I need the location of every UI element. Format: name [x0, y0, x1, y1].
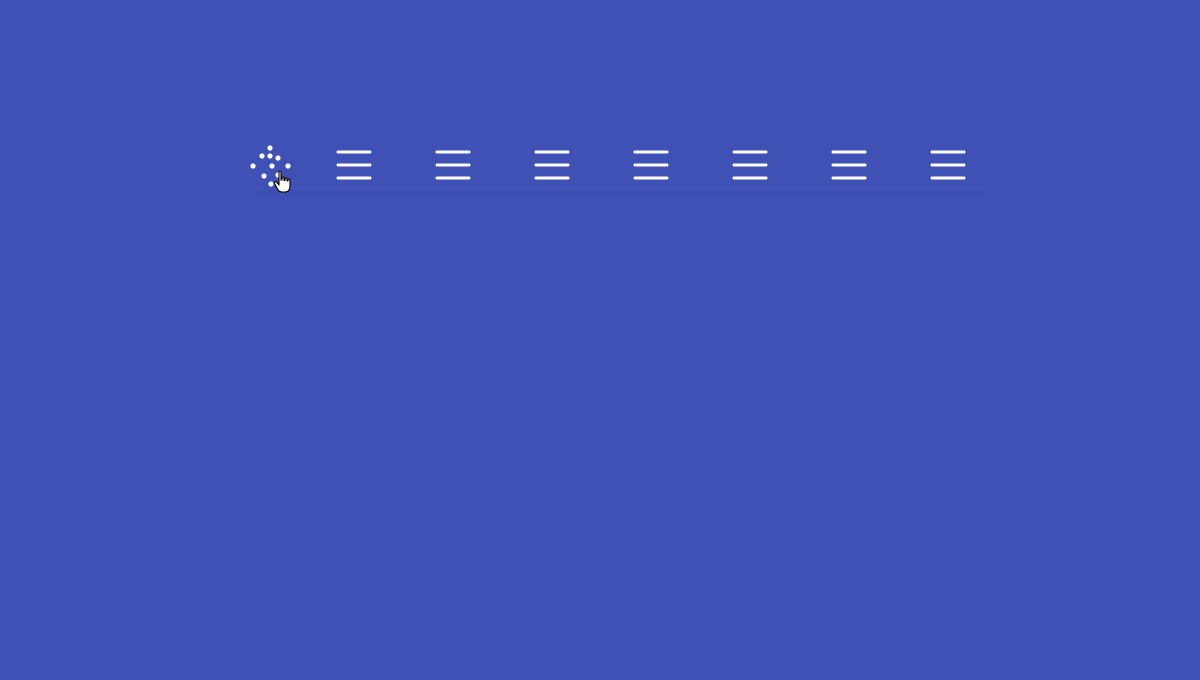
hamburger-menu-icon: [534, 150, 569, 180]
hamburger-menu-icon: [732, 150, 767, 180]
page-canvas: [0, 0, 1200, 680]
hamburger-menu-icon: [633, 150, 668, 180]
menu-button-3[interactable]: [502, 140, 601, 190]
menu-button-6[interactable]: [799, 140, 898, 190]
dotted-diamond-button[interactable]: [240, 140, 304, 190]
hamburger-menu-icon: [831, 150, 866, 180]
hamburger-menu-icon: [336, 150, 371, 180]
menu-button-2[interactable]: [403, 140, 502, 190]
menu-button-7[interactable]: [898, 140, 997, 190]
menu-button-4[interactable]: [601, 140, 700, 190]
menu-button-1[interactable]: [304, 140, 403, 190]
menu-button-5[interactable]: [700, 140, 799, 190]
icon-toolbar: [240, 140, 1000, 190]
hamburger-menu-icon: [435, 150, 470, 180]
dotted-diamond-icon: [250, 145, 291, 187]
hamburger-menu-icon: [930, 150, 965, 180]
